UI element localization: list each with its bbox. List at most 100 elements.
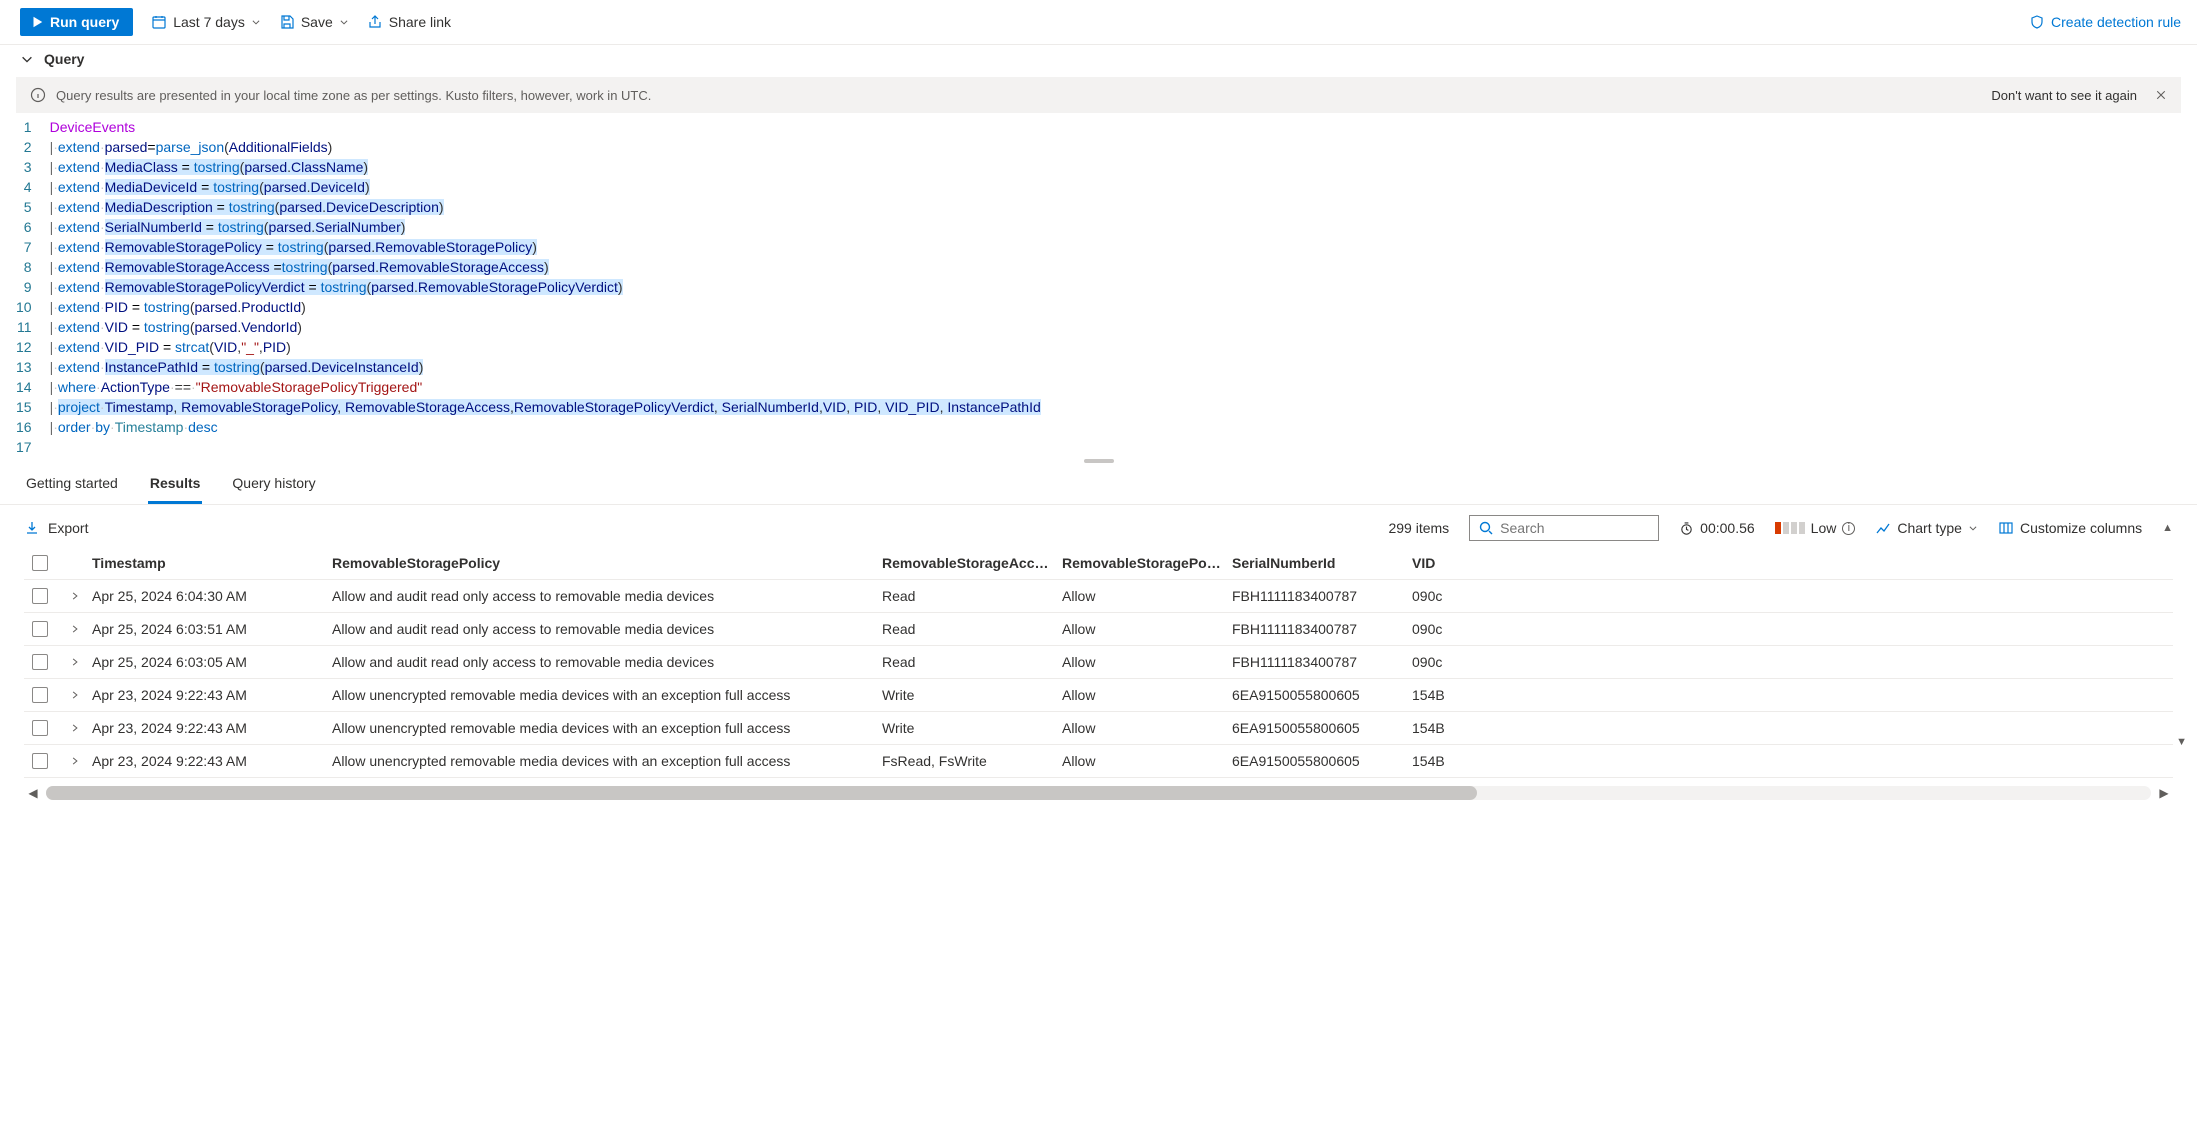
scroll-right-icon[interactable]: ▶	[2155, 786, 2173, 800]
scroll-down-icon[interactable]: ▼	[2176, 736, 2187, 748]
perf-bars-icon	[1775, 522, 1805, 534]
scroll-up-icon[interactable]: ▲	[2162, 522, 2173, 534]
cell-verdict: Allow	[1062, 720, 1232, 736]
table-row[interactable]: Apr 25, 2024 6:04:30 AM Allow and audit …	[24, 580, 2173, 613]
cell-policy: Allow and audit read only access to remo…	[332, 654, 882, 670]
share-label: Share link	[389, 14, 451, 30]
table-row[interactable]: Apr 25, 2024 6:03:05 AM Allow and audit …	[24, 646, 2173, 679]
create-detection-rule-button[interactable]: Create detection rule	[2029, 14, 2181, 30]
tab-getting-started[interactable]: Getting started	[24, 465, 120, 504]
expand-row-icon[interactable]	[58, 657, 92, 667]
cell-serial: FBH1111183400787	[1232, 654, 1412, 670]
cell-policy: Allow unencrypted removable media device…	[332, 687, 882, 703]
cell-timestamp: Apr 25, 2024 6:03:51 AM	[92, 621, 332, 637]
cell-policy: Allow unencrypted removable media device…	[332, 720, 882, 736]
chevron-down-icon[interactable]	[20, 52, 34, 66]
run-query-button[interactable]: Run query	[20, 8, 133, 36]
row-checkbox[interactable]	[32, 687, 48, 703]
col-serial[interactable]: SerialNumberId	[1232, 555, 1412, 571]
results-toolbar: Export 299 items 00:00.56 Low i Chart ty…	[0, 505, 2197, 547]
close-icon[interactable]	[2155, 89, 2167, 101]
cell-timestamp: Apr 23, 2024 9:22:43 AM	[92, 753, 332, 769]
tab-results[interactable]: Results	[148, 465, 203, 504]
expand-row-icon[interactable]	[58, 723, 92, 733]
col-verdict[interactable]: RemovableStoragePolicyVer...	[1062, 555, 1232, 571]
row-checkbox[interactable]	[32, 588, 48, 604]
chevron-down-icon	[1968, 523, 1978, 533]
cell-serial: 6EA9150055800605	[1232, 720, 1412, 736]
expand-row-icon[interactable]	[58, 756, 92, 766]
share-link-button[interactable]: Share link	[367, 14, 451, 30]
scroll-left-icon[interactable]: ◀	[24, 786, 42, 800]
col-timestamp[interactable]: Timestamp	[92, 555, 332, 571]
scroll-thumb[interactable]	[46, 786, 1477, 800]
cell-serial: 6EA9150055800605	[1232, 687, 1412, 703]
splitter[interactable]	[0, 457, 2197, 465]
customize-columns-button[interactable]: Customize columns	[1998, 520, 2142, 536]
chart-type-picker[interactable]: Chart type	[1875, 520, 1978, 536]
perf-label: Low	[1811, 520, 1837, 536]
cell-access: FsRead, FsWrite	[882, 753, 1062, 769]
query-perf: Low i	[1775, 520, 1856, 536]
search-input[interactable]	[1500, 520, 1650, 536]
cell-vid: 154B	[1412, 720, 1512, 736]
chevron-down-icon	[251, 17, 261, 27]
run-query-label: Run query	[50, 14, 119, 30]
save-label: Save	[301, 14, 333, 30]
time-range-label: Last 7 days	[173, 14, 245, 30]
cell-vid: 090c	[1412, 654, 1512, 670]
table-header: Timestamp RemovableStoragePolicy Removab…	[24, 547, 2173, 580]
save-button[interactable]: Save	[279, 14, 349, 30]
cell-access: Read	[882, 621, 1062, 637]
shield-icon	[2029, 14, 2045, 30]
col-policy[interactable]: RemovableStoragePolicy	[332, 555, 882, 571]
cell-vid: 090c	[1412, 621, 1512, 637]
table-row[interactable]: Apr 23, 2024 9:22:43 AM Allow unencrypte…	[24, 745, 2173, 778]
code-area[interactable]: DeviceEvents|·extend·parsed=parse_json(A…	[50, 117, 1041, 457]
cell-timestamp: Apr 25, 2024 6:03:05 AM	[92, 654, 332, 670]
columns-icon	[1998, 520, 2014, 536]
query-editor[interactable]: 1234567891011121314151617 DeviceEvents|·…	[0, 113, 2197, 457]
col-access[interactable]: RemovableStorageAccess	[882, 555, 1062, 571]
cell-access: Read	[882, 588, 1062, 604]
timer-icon	[1679, 521, 1694, 536]
dismiss-info-link[interactable]: Don't want to see it again	[1991, 88, 2137, 103]
export-button[interactable]: Export	[24, 520, 88, 536]
row-checkbox[interactable]	[32, 654, 48, 670]
cell-access: Write	[882, 687, 1062, 703]
line-gutter: 1234567891011121314151617	[16, 117, 50, 457]
select-all-checkbox[interactable]	[32, 555, 48, 571]
export-label: Export	[48, 520, 88, 536]
cell-vid: 154B	[1412, 753, 1512, 769]
expand-row-icon[interactable]	[58, 624, 92, 634]
cell-timestamp: Apr 23, 2024 9:22:43 AM	[92, 687, 332, 703]
info-bar: Query results are presented in your loca…	[16, 77, 2181, 113]
expand-row-icon[interactable]	[58, 591, 92, 601]
expand-row-icon[interactable]	[58, 690, 92, 700]
row-checkbox[interactable]	[32, 720, 48, 736]
time-range-picker[interactable]: Last 7 days	[151, 14, 261, 30]
table-row[interactable]: Apr 23, 2024 9:22:43 AM Allow unencrypte…	[24, 679, 2173, 712]
cell-verdict: Allow	[1062, 654, 1232, 670]
cell-policy: Allow and audit read only access to remo…	[332, 588, 882, 604]
create-rule-label: Create detection rule	[2051, 14, 2181, 30]
cell-access: Read	[882, 654, 1062, 670]
tab-query-history[interactable]: Query history	[230, 465, 317, 504]
scroll-track[interactable]	[46, 786, 2151, 800]
save-icon	[279, 14, 295, 30]
play-icon	[30, 15, 44, 29]
horizontal-scrollbar[interactable]: ◀ ▶	[24, 784, 2173, 802]
results-tabs: Getting started Results Query history	[0, 465, 2197, 505]
cell-verdict: Allow	[1062, 621, 1232, 637]
cell-vid: 154B	[1412, 687, 1512, 703]
cell-policy: Allow unencrypted removable media device…	[332, 753, 882, 769]
table-row[interactable]: Apr 25, 2024 6:03:51 AM Allow and audit …	[24, 613, 2173, 646]
info-icon[interactable]: i	[1842, 522, 1855, 535]
search-box[interactable]	[1469, 515, 1659, 541]
cell-timestamp: Apr 23, 2024 9:22:43 AM	[92, 720, 332, 736]
row-checkbox[interactable]	[32, 753, 48, 769]
table-row[interactable]: Apr 23, 2024 9:22:43 AM Allow unencrypte…	[24, 712, 2173, 745]
row-checkbox[interactable]	[32, 621, 48, 637]
col-vid[interactable]: VID	[1412, 555, 1512, 571]
query-section-title: Query	[44, 51, 84, 67]
